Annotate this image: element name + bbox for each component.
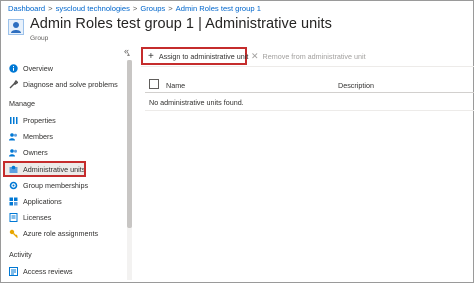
- column-header-description[interactable]: Description: [338, 81, 374, 90]
- sidebar-item-label: Members: [23, 131, 53, 141]
- sidebar-item-owners[interactable]: Owners: [0, 144, 126, 160]
- license-icon: [9, 212, 18, 222]
- row-divider: [145, 110, 474, 111]
- assign-to-admin-unit-button[interactable]: + Assign to administrative unit: [141, 47, 249, 65]
- sidebar-item-group-memberships[interactable]: Group memberships: [0, 177, 126, 193]
- properties-icon: [9, 116, 18, 125]
- scroll-up-icon[interactable]: ▲: [126, 52, 131, 58]
- breadcrumb-separator: >: [48, 4, 53, 13]
- sidebar-item-azure-role-assignments[interactable]: Azure role assignments: [0, 225, 126, 241]
- sidebar-item-label: Azure role assignments: [23, 228, 99, 238]
- sidebar-section-activity: Activity: [9, 250, 32, 259]
- assign-button-label: Assign to administrative unit: [158, 51, 249, 61]
- sidebar-item-label: Applications: [23, 196, 62, 206]
- breadcrumb-tenant[interactable]: syscloud technologies: [56, 4, 130, 13]
- sidebar-item-label: Overview: [23, 63, 53, 73]
- info-icon: [9, 63, 18, 73]
- breadcrumb: Dashboard > syscloud technologies > Groups > A…: [8, 4, 261, 13]
- sidebar-item-label: Group memberships: [23, 180, 89, 190]
- apps-icon: [9, 197, 18, 206]
- key-icon: [9, 229, 18, 238]
- page-title: Admin Roles test group 1 | Administrativ…: [30, 16, 332, 32]
- breadcrumb-groups[interactable]: Groups: [140, 4, 165, 13]
- plus-icon: +: [148, 50, 154, 62]
- page-subtitle: Group: [30, 35, 49, 42]
- breadcrumb-separator: >: [168, 4, 173, 13]
- empty-state-message: No administrative units found.: [149, 98, 244, 107]
- gear-icon: [9, 181, 18, 190]
- sidebar-item-overview[interactable]: Overview: [0, 60, 126, 76]
- sidebar-item-applications[interactable]: Applications: [0, 193, 126, 209]
- breadcrumb-dashboard[interactable]: Dashboard: [8, 4, 45, 13]
- access-review-icon: [9, 266, 18, 276]
- sidebar-section-manage: Manage: [9, 99, 35, 108]
- sidebar-item-label: Access reviews: [23, 266, 73, 276]
- sidebar-item-label: Administrative units: [23, 164, 86, 174]
- sidebar-item-members[interactable]: Members: [0, 128, 126, 144]
- sidebar-item-licenses[interactable]: Licenses: [0, 209, 126, 225]
- table-header: [145, 77, 474, 93]
- people-icon: [9, 132, 18, 141]
- sidebar-item-access-reviews[interactable]: Access reviews: [0, 263, 126, 279]
- sidebar-item-administrative-units[interactable]: Administrative units: [3, 161, 86, 177]
- group-icon: [8, 19, 24, 35]
- sidebar-item-diagnose[interactable]: Diagnose and solve problems: [0, 76, 126, 92]
- sidebar-item-label: Owners: [23, 147, 48, 157]
- close-icon: ✕: [251, 50, 259, 61]
- people-icon: [9, 148, 18, 157]
- sidebar-item-label: Licenses: [23, 212, 52, 222]
- toolbar-divider: [141, 66, 474, 67]
- wrench-icon: [9, 79, 18, 89]
- sidebar-item-properties[interactable]: Properties: [0, 112, 126, 128]
- sidebar: Overview Diagnose and solve problems Man…: [0, 58, 126, 283]
- admin-units-icon: [9, 165, 18, 174]
- select-all-checkbox[interactable]: [149, 79, 159, 89]
- sidebar-item-label: Properties: [23, 115, 56, 125]
- remove-button-label: Remove from administrative unit: [262, 51, 366, 61]
- sidebar-item-label: Diagnose and solve problems: [23, 79, 118, 89]
- remove-from-admin-unit-button[interactable]: ✕ Remove from administrative unit: [251, 47, 366, 65]
- breadcrumb-group[interactable]: Admin Roles test group 1: [176, 4, 261, 13]
- sidebar-scrollbar-thumb[interactable]: [127, 60, 132, 228]
- column-header-name[interactable]: Name: [166, 81, 185, 90]
- breadcrumb-separator: >: [132, 4, 138, 13]
